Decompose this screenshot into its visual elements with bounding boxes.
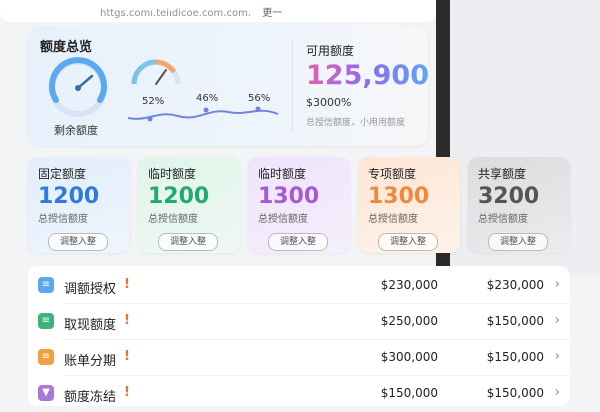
list-item-adjust-authorization[interactable]: ≡ 调额授权 ! $230,000 $230,000 › <box>28 268 570 304</box>
warning-icon: ! <box>124 385 130 400</box>
bill-icon: ≡ <box>38 349 54 365</box>
document-icon: ≡ <box>38 277 54 293</box>
remaining-gauge-icon <box>49 57 107 117</box>
list-item-value: $150,000 <box>380 386 438 400</box>
browser-url-bar[interactable]: httgs.comı.teiıdicoe.com.com. 更一 <box>0 0 436 22</box>
quota-title: 共享额度 <box>478 167 527 181</box>
quota-value: 1300 <box>368 184 430 209</box>
list-item-value-2: $150,000 <box>486 386 544 400</box>
quota-note: 总授信额度 <box>148 214 198 225</box>
overview-title: 额度总览 <box>40 40 93 55</box>
list-item-value-2: $150,000 <box>486 350 544 364</box>
quota-value: 1200 <box>38 184 100 209</box>
list-item-value: $230,000 <box>380 278 438 292</box>
quota-value: 1200 <box>148 184 210 209</box>
list-item-label: 账单分期 <box>64 354 117 369</box>
quota-title: 专项额度 <box>368 167 417 181</box>
adjust-button[interactable]: 调整入整 <box>158 233 218 251</box>
list-item-quota-freeze[interactable]: ▼ 额度冻结 ! $150,000 $150,000 › <box>28 376 570 412</box>
list-item-bill-installment[interactable]: ≡ 账单分期 ! $300,000 $150,000 › <box>28 340 570 376</box>
list-item-value: $250,000 <box>380 314 438 328</box>
list-item-label: 取现额度 <box>64 318 117 333</box>
divider <box>292 40 293 132</box>
more-link[interactable]: 更一 <box>262 8 282 19</box>
quota-value: 3200 <box>478 184 540 209</box>
chevron-right-icon: › <box>554 277 560 292</box>
available-note: 总授信额度，小用用额度 <box>306 118 406 128</box>
url-text: httgs.comı.teiıdicoe.com.com. <box>100 8 252 19</box>
quota-card-temporary-2[interactable]: 临时额度 1300 总授信额度 调整入整 <box>248 157 350 253</box>
quota-note: 总授信额度 <box>368 214 418 225</box>
list-item-value-2: $150,000 <box>486 314 544 328</box>
percent-label: 56% <box>248 93 271 104</box>
quota-note: 总授信额度 <box>478 214 528 225</box>
quota-title: 临时额度 <box>258 167 307 181</box>
adjust-button[interactable]: 调整入整 <box>268 233 328 251</box>
freeze-icon: ▼ <box>38 385 54 401</box>
adjust-button[interactable]: 调整入整 <box>488 233 548 251</box>
percent-label: 52% <box>142 96 165 107</box>
warning-icon: ! <box>124 349 130 364</box>
overview-card: 额度总览 剩余额度 52% 46% 56% 可用额度 125,900 $3000… <box>28 26 429 146</box>
quota-detail-list: ≡ 调额授权 ! $230,000 $230,000 › ≡ 取现额度 ! $2… <box>28 266 570 406</box>
list-item-value: $300,000 <box>380 350 438 364</box>
quota-title: 固定额度 <box>38 167 87 181</box>
percent-label: 46% <box>196 93 219 104</box>
list-item-cash-withdrawal[interactable]: ≡ 取现额度 ! $250,000 $150,000 › <box>28 304 570 340</box>
quota-note: 总授信额度 <box>38 214 88 225</box>
quota-value: 1300 <box>258 184 320 209</box>
gauge-label: 剩余额度 <box>54 124 98 137</box>
usage-gauge-icon <box>131 59 181 85</box>
available-percent: $3000% <box>306 96 352 109</box>
cash-icon: ≡ <box>38 313 54 329</box>
chevron-right-icon: › <box>554 313 560 328</box>
quota-card-fixed[interactable]: 固定额度 1200 总授信额度 调整入整 <box>28 157 130 253</box>
chevron-right-icon: › <box>554 349 560 364</box>
list-item-label: 额度冻结 <box>64 390 117 405</box>
chevron-right-icon: › <box>554 385 560 400</box>
quota-card-temporary[interactable]: 临时额度 1200 总授信额度 调整入整 <box>138 157 240 253</box>
warning-icon: ! <box>124 313 130 328</box>
quota-card-shared[interactable]: 共享额度 3200 总授信额度 调整入整 <box>468 157 570 253</box>
list-item-value-2: $230,000 <box>486 278 544 292</box>
list-item-label: 调额授权 <box>64 282 117 297</box>
quota-title: 临时额度 <box>148 167 197 181</box>
warning-icon: ! <box>124 277 130 292</box>
adjust-button[interactable]: 调整入整 <box>378 233 438 251</box>
available-value: 125,900 <box>306 60 429 91</box>
quota-card-special[interactable]: 专项额度 1300 总授信额度 调整入整 <box>358 157 460 253</box>
available-label: 可用额度 <box>306 44 355 58</box>
adjust-button[interactable]: 调整入整 <box>48 233 108 251</box>
quota-note: 总授信额度 <box>258 214 308 225</box>
